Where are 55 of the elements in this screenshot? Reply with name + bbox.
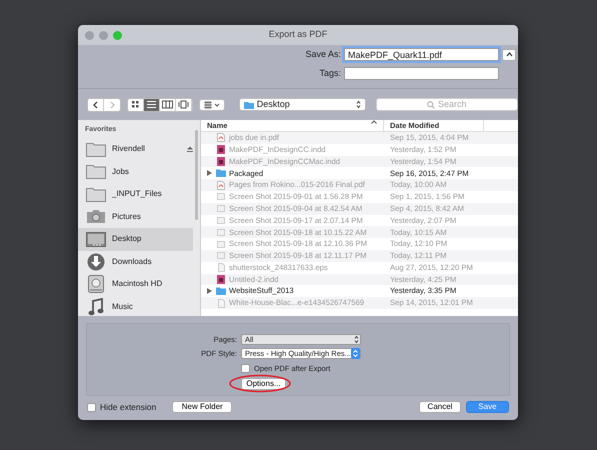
hard-drive-icon: [88, 275, 104, 294]
view-list-button[interactable]: [144, 98, 160, 110]
download-icon: [87, 252, 105, 271]
updown-icon: [353, 335, 360, 344]
field-label: Save As:: [304, 48, 341, 61]
arrange-button[interactable]: [199, 98, 225, 110]
columns-icon: [162, 100, 173, 109]
scrollbar[interactable]: [195, 130, 198, 220]
view-coverflow-button[interactable]: [176, 98, 192, 110]
field-label: Tags:: [318, 66, 341, 80]
sidebar-item[interactable]: _INPUT_Files: [78, 183, 193, 206]
expand-button[interactable]: [502, 48, 516, 61]
chevron-left-icon: [93, 100, 98, 108]
folder-icon: [86, 164, 106, 180]
minimize-button[interactable]: [99, 30, 108, 40]
sidebar-item[interactable]: Macintosh HD: [78, 273, 193, 296]
checkbox-label: Hide extension: [100, 401, 156, 414]
grid-icon: [131, 100, 140, 109]
filename-field[interactable]: MakePDF_Quark11.pdf: [344, 48, 499, 62]
desktop-icon: [86, 232, 106, 247]
list-icon: [147, 100, 156, 109]
sidebar-item[interactable]: Desktop: [78, 228, 193, 250]
window-title: Export as PDF: [268, 29, 328, 40]
checkbox[interactable]: [87, 402, 96, 412]
sidebar-item[interactable]: Downloads: [78, 250, 193, 273]
sidebar-item[interactable]: Music: [78, 296, 193, 318]
checkbox[interactable]: [241, 364, 250, 373]
tags-field[interactable]: [344, 66, 499, 80]
new-folder-button[interactable]: New Folder: [172, 401, 232, 414]
disclosure-triangle-icon: [207, 288, 212, 294]
cancel-button[interactable]: Cancel: [419, 401, 461, 414]
updown-icon: [351, 348, 360, 360]
location-popup[interactable]: Desktop: [238, 98, 366, 111]
folder-icon: [244, 100, 254, 108]
close-button[interactable]: [85, 30, 94, 40]
sort-up-icon: [371, 120, 377, 124]
chevron-up-icon: [506, 52, 512, 58]
chevron-right-icon: [110, 100, 114, 108]
updown-icon: [356, 100, 360, 109]
options-button[interactable]: Options...: [241, 378, 286, 390]
sidebar-item[interactable]: Jobs: [78, 160, 193, 183]
sidebar-item[interactable]: Rivendell: [78, 138, 193, 160]
highlight-ellipse: [228, 374, 292, 393]
indd-file-icon: [217, 274, 225, 284]
arrange-grid-icon: [204, 100, 220, 108]
folder-icon: [86, 186, 106, 202]
coverflow-icon: [178, 100, 189, 109]
music-note-icon: [88, 298, 104, 316]
sidebar-item[interactable]: Pictures: [78, 206, 193, 228]
disclosure-triangle-icon: [207, 170, 212, 176]
search-icon: [426, 100, 435, 108]
zoom-button[interactable]: [113, 30, 122, 40]
view-columns-button[interactable]: [160, 98, 176, 110]
camera-icon: [86, 209, 106, 224]
folder-icon: [86, 142, 106, 157]
